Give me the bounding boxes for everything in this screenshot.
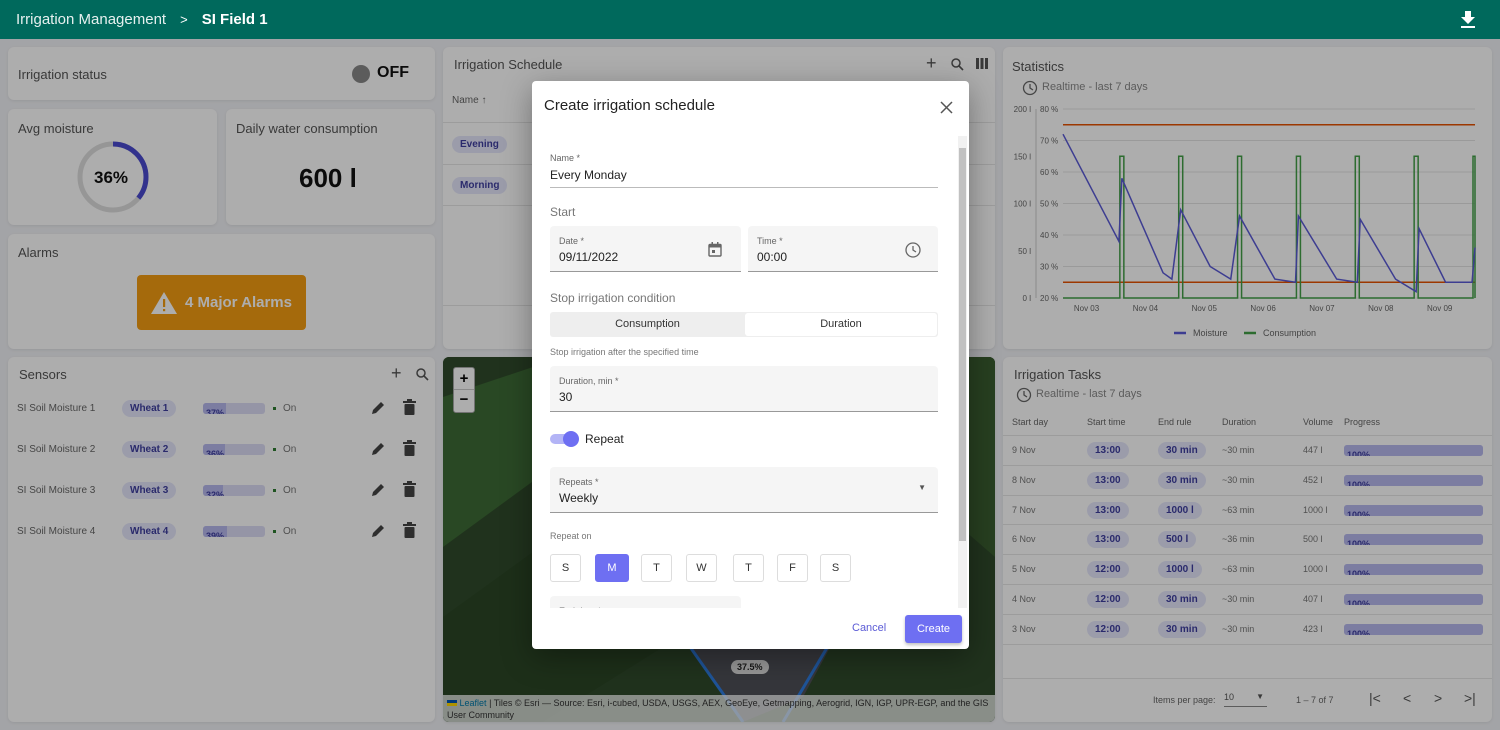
date-field[interactable]: Date * 09/11/2022 [550, 226, 741, 272]
close-icon[interactable] [940, 101, 953, 114]
repeats-value: Weekly [559, 491, 599, 505]
name-field[interactable]: Name * Every Monday [550, 150, 938, 188]
tab-duration[interactable]: Duration [745, 313, 937, 336]
weekday-button[interactable]: S [820, 554, 851, 582]
weekday-button[interactable]: T [733, 554, 764, 582]
weekday-button[interactable]: W [686, 554, 717, 582]
create-schedule-dialog: Create irrigation schedule Name * Every … [532, 81, 969, 649]
name-label: Name * [550, 153, 581, 163]
repeat-on-label: Repeat on [550, 531, 592, 541]
dropdown-arrow-icon: ▼ [918, 483, 926, 492]
weekday-button[interactable]: F [777, 554, 808, 582]
end-date-field[interactable]: End date * [550, 596, 741, 608]
duration-value: 30 [559, 390, 573, 404]
download-icon[interactable] [1460, 11, 1476, 29]
stop-condition-toggle: Consumption Duration [550, 312, 938, 337]
breadcrumb-current: SI Field 1 [201, 11, 268, 28]
breadcrumb-separator: > [180, 12, 188, 27]
tab-consumption[interactable]: Consumption [550, 312, 745, 337]
weekday-button[interactable]: T [641, 554, 672, 582]
calendar-icon[interactable] [708, 242, 722, 257]
stop-condition-label: Stop irrigation condition [550, 291, 676, 305]
repeat-toggle[interactable] [550, 431, 580, 447]
weekday-button[interactable]: S [550, 554, 581, 582]
dialog-scroll-area: Name * Every Monday Start Date * 09/11/2… [532, 136, 969, 608]
name-value: Every Monday [550, 168, 627, 182]
duration-label: Duration, min * [559, 376, 619, 386]
duration-field[interactable]: Duration, min * 30 [550, 366, 938, 412]
dialog-title: Create irrigation schedule [544, 97, 715, 114]
repeats-select[interactable]: Repeats * Weekly ▼ [550, 467, 938, 513]
repeat-label: Repeat [585, 432, 624, 446]
time-field[interactable]: Time * 00:00 [748, 226, 938, 272]
breadcrumb-root[interactable]: Irrigation Management [16, 11, 166, 28]
dialog-scrollbar[interactable] [958, 136, 967, 608]
end-date-label: End date * [559, 606, 601, 608]
clock-icon[interactable] [905, 242, 921, 258]
date-label: Date * [559, 236, 585, 246]
weekday-button[interactable]: M [595, 554, 629, 582]
create-button[interactable]: Create [905, 615, 962, 643]
time-label: Time * [757, 236, 783, 246]
top-bar: Irrigation Management > SI Field 1 [0, 0, 1500, 39]
date-value: 09/11/2022 [559, 250, 619, 264]
start-section-label: Start [550, 205, 576, 219]
stop-hint: Stop irrigation after the specified time [550, 347, 699, 357]
time-value: 00:00 [757, 250, 788, 264]
repeats-label: Repeats * [559, 477, 599, 487]
cancel-button[interactable]: Cancel [852, 622, 886, 634]
